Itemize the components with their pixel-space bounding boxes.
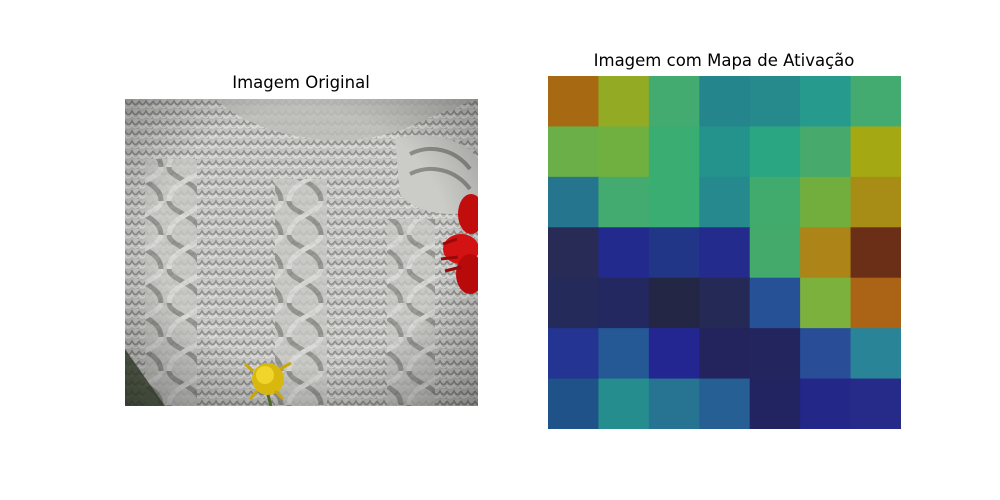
heatmap-cell-r4-c4 xyxy=(749,277,801,329)
heatmap-cell-r4-c0 xyxy=(548,277,599,329)
original-image xyxy=(125,99,478,406)
heatmap-cell-r2-c3 xyxy=(699,176,751,228)
heatmap-cell-r2-c0 xyxy=(548,176,599,228)
heatmap-cell-r3-c5 xyxy=(800,227,852,279)
heatmap-cell-r4-c3 xyxy=(699,277,751,329)
heatmap-cell-r0-c6 xyxy=(850,76,902,127)
heatmap-cell-r2-c4 xyxy=(749,176,801,228)
heatmap-canvas xyxy=(548,76,902,430)
heatmap-cell-r1-c0 xyxy=(548,126,599,178)
activation-map-title: Imagem com Mapa de Ativação xyxy=(593,51,855,70)
heatmap-cell-r5-c2 xyxy=(648,328,700,380)
heatmap-cell-r4-c1 xyxy=(598,277,650,329)
heatmap-cell-r0-c5 xyxy=(800,76,852,127)
heatmap-cell-r1-c5 xyxy=(800,126,852,178)
heatmap-cell-r5-c1 xyxy=(598,328,650,380)
heatmap-cell-r3-c0 xyxy=(548,227,599,279)
heatmap-cell-r6-c1 xyxy=(598,378,650,430)
heatmap-cell-r5-c6 xyxy=(850,328,902,380)
heatmap-cell-r6-c5 xyxy=(800,378,852,430)
heatmap-cell-r6-c4 xyxy=(749,378,801,430)
heatmap-cell-r6-c2 xyxy=(648,378,700,430)
heatmap-cell-r0-c4 xyxy=(749,76,801,127)
heatmap-cell-r5-c5 xyxy=(800,328,852,380)
heatmap-cell-r1-c2 xyxy=(648,126,700,178)
heatmap-cell-r0-c1 xyxy=(598,76,650,127)
heatmap-cell-r1-c4 xyxy=(749,126,801,178)
heatmap-cell-r6-c0 xyxy=(548,378,599,430)
heatmap-cell-r3-c4 xyxy=(749,227,801,279)
heatmap-cell-r1-c3 xyxy=(699,126,751,178)
heatmap-cell-r2-c1 xyxy=(598,176,650,228)
heatmap-cell-r3-c2 xyxy=(648,227,700,279)
heatmap-cell-r6-c3 xyxy=(699,378,751,430)
figure: Imagem Original Imagem com Mapa de Ativa… xyxy=(0,0,1000,500)
heatmap-cell-r4-c6 xyxy=(850,277,902,329)
heatmap-cell-r0-c2 xyxy=(648,76,700,127)
heatmap-cell-r2-c2 xyxy=(648,176,700,228)
heatmap-cell-r2-c6 xyxy=(850,176,902,228)
activation-heatmap xyxy=(548,76,902,430)
heatmap-cell-r0-c0 xyxy=(548,76,599,127)
heatmap-cell-r2-c5 xyxy=(800,176,852,228)
heatmap-cell-r4-c2 xyxy=(648,277,700,329)
heatmap-cell-r1-c6 xyxy=(850,126,902,178)
heatmap-cell-r3-c6 xyxy=(850,227,902,279)
original-image-title: Imagem Original xyxy=(232,73,370,92)
heatmap-cell-r4-c5 xyxy=(800,277,852,329)
heatmap-cell-r3-c3 xyxy=(699,227,751,279)
heatmap-cell-r1-c1 xyxy=(598,126,650,178)
heatmap-cell-r0-c3 xyxy=(699,76,751,127)
heatmap-cell-r5-c3 xyxy=(699,328,751,380)
heatmap-cell-r5-c4 xyxy=(749,328,801,380)
heatmap-cell-r3-c1 xyxy=(598,227,650,279)
heatmap-cell-r6-c6 xyxy=(850,378,902,430)
heatmap-cell-r5-c0 xyxy=(548,328,599,380)
